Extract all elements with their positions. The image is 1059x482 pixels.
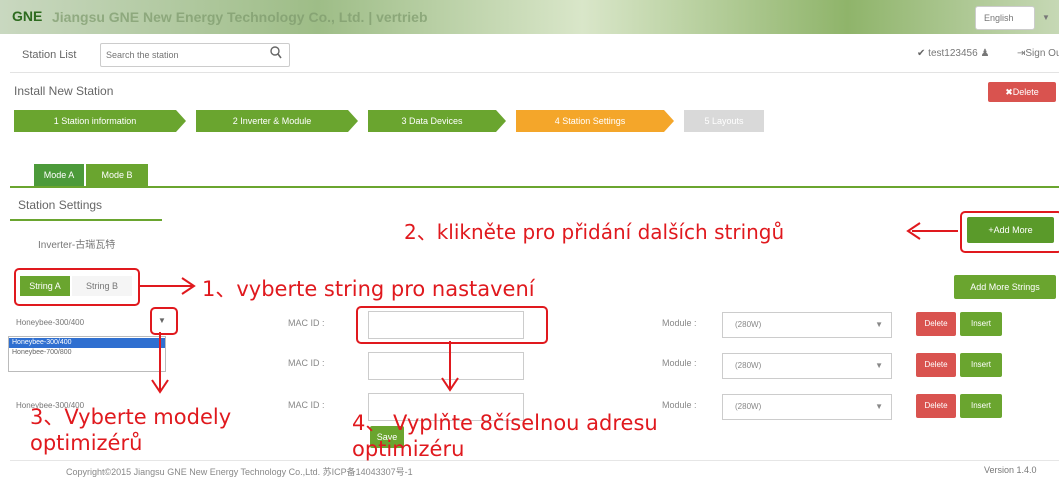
annotation-step-2: 2、klikněte pro přidání dalších stringů: [404, 220, 785, 244]
annotation-step-4: 4、 Vyplňte 8číselnou adresu optimizéru: [352, 410, 658, 462]
annotation-line: optimizérů: [30, 431, 143, 455]
annotation-step-1: 1、vyberte string pro nastavení: [202, 277, 535, 301]
annotation-line: 3、Vyberte modely: [30, 405, 232, 429]
annotation-step-3: 3、Vyberte modely optimizérů: [30, 404, 231, 456]
annotation-line: 4、 Vyplňte 8číselnou adresu: [352, 411, 658, 435]
annotation-line: optimizéru: [352, 437, 465, 461]
